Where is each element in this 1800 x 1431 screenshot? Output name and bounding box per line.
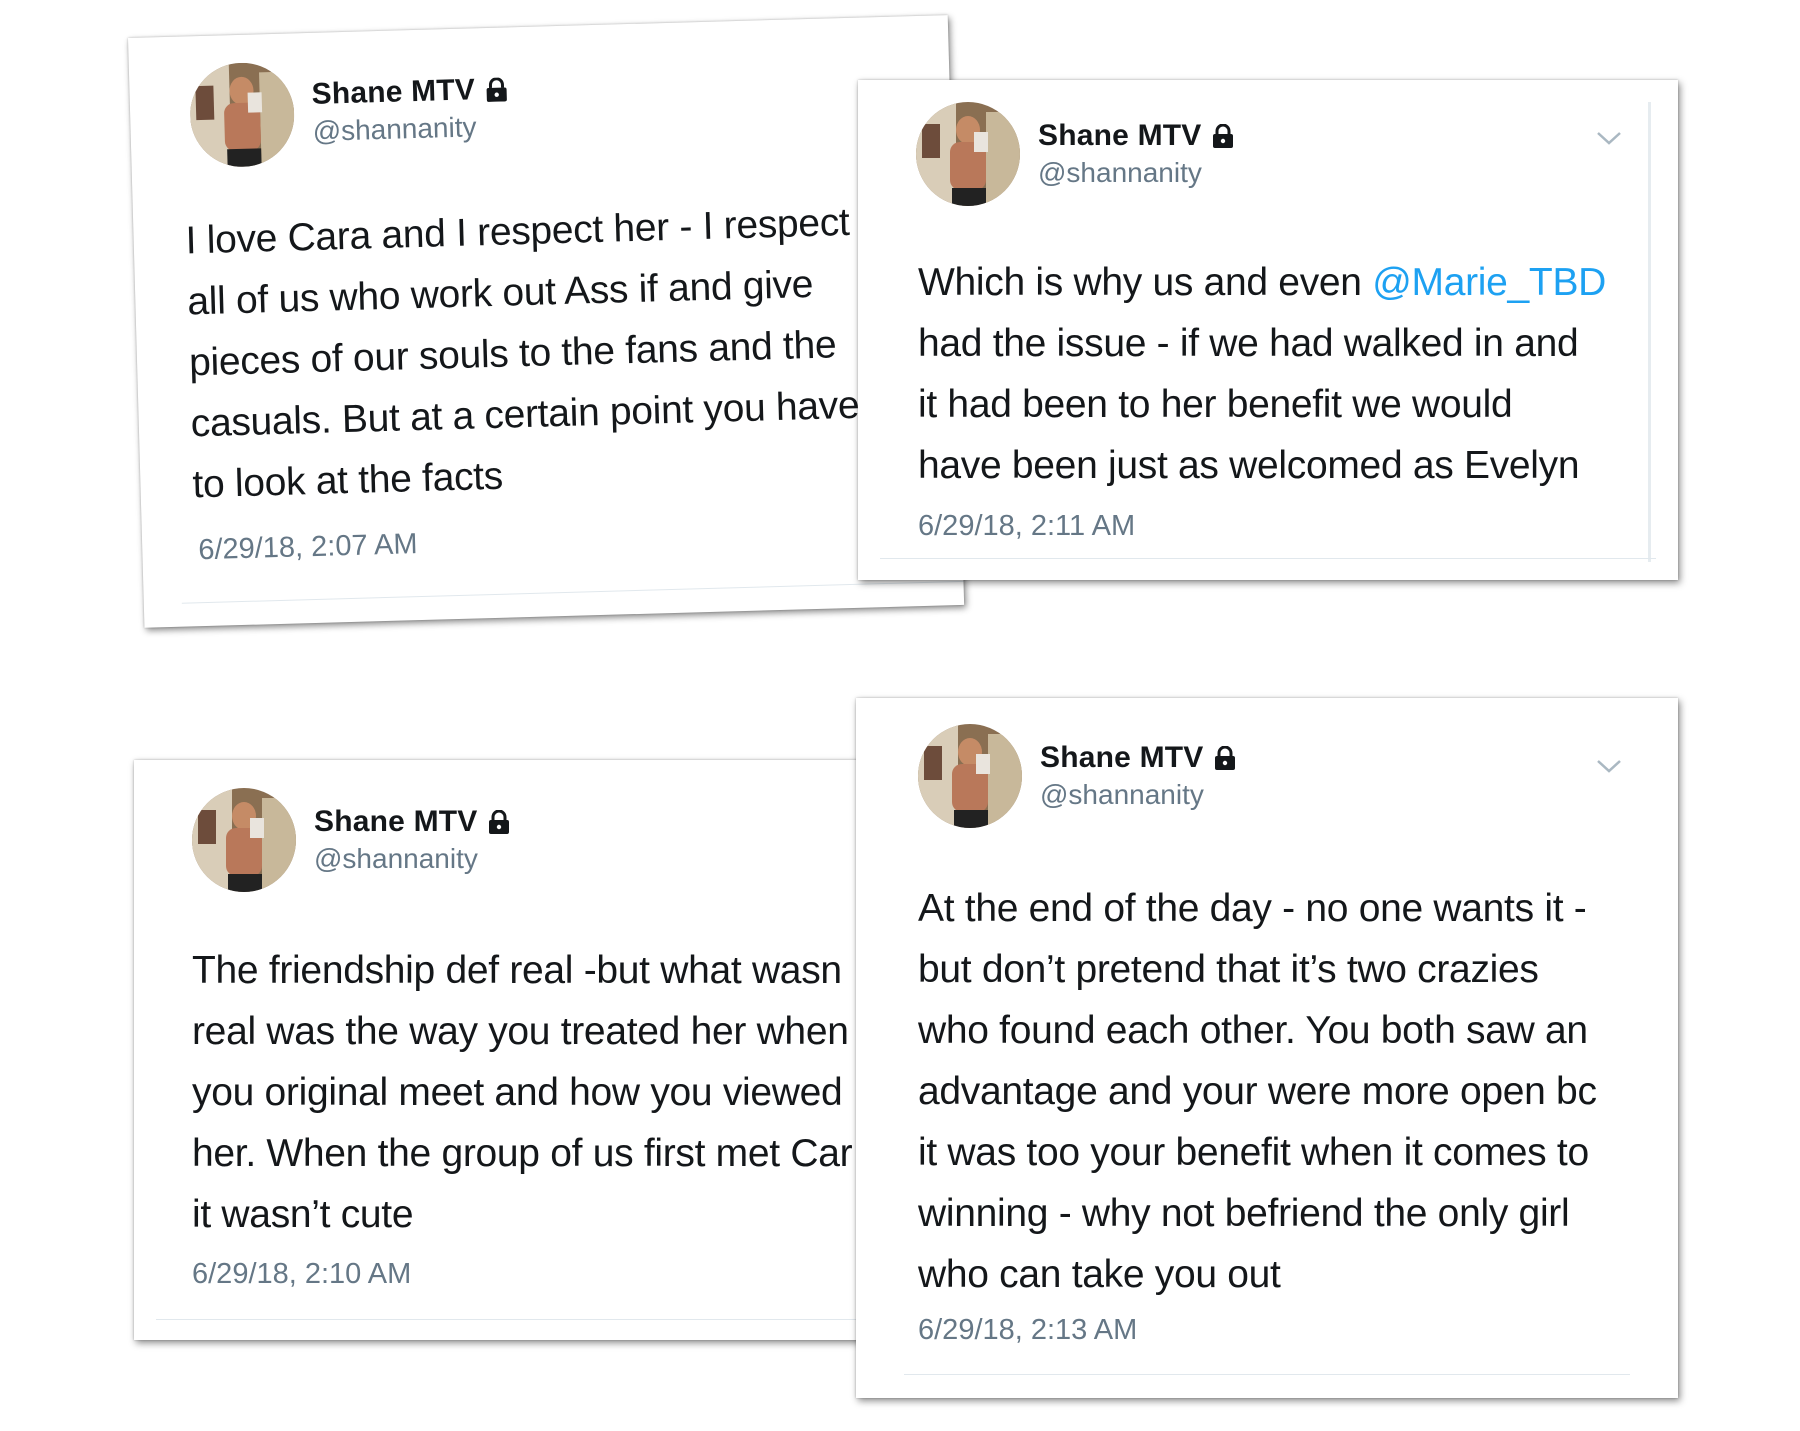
tweet-line: it was too your benefit when it comes to <box>918 1131 1589 1174</box>
tweet-line: winning - why not befriend the only girl <box>918 1192 1570 1235</box>
tweet-timestamp[interactable]: 6/29/18, 2:07 AM <box>198 528 418 567</box>
tweet-header: Shane MTV @shannanity <box>916 102 1234 206</box>
tweet-line: you original meet and how you viewed <box>192 1071 843 1114</box>
tweet-header: Shane MTV @shannanity <box>188 55 509 169</box>
divider <box>904 1374 1630 1375</box>
user-handle[interactable]: @shannanity <box>312 110 508 147</box>
divider <box>181 580 964 604</box>
tweet-card-1: Shane MTV @shannanity I love Cara and I … <box>128 15 965 628</box>
display-name[interactable]: Shane MTV <box>1038 119 1202 153</box>
display-name[interactable]: Shane MTV <box>311 73 475 112</box>
tweet-timestamp[interactable]: 6/29/18, 2:10 AM <box>192 1258 411 1291</box>
collage: Shane MTV @shannanity I love Cara and I … <box>0 0 1800 1431</box>
display-name[interactable]: Shane MTV <box>314 805 478 839</box>
tweet-line: who can take you out <box>918 1253 1281 1296</box>
tweet-line: her. When the group of us first met Car <box>192 1132 853 1175</box>
user-handle[interactable]: @shannanity <box>1040 779 1236 811</box>
tweet-text: I love Cara and I respect her - I respec… <box>185 192 862 516</box>
avatar[interactable] <box>192 788 296 892</box>
tweet-header: Shane MTV @shannanity <box>192 788 510 892</box>
tweet-line: it had been to her benefit we would <box>918 383 1513 426</box>
tweet-line-prefix: Which is why us and even <box>918 261 1373 304</box>
display-name[interactable]: Shane MTV <box>1040 741 1204 775</box>
tweet-line: Which is why us and even @Marie_TBD <box>918 252 1606 313</box>
tweet-line: who found each other. You both saw an <box>918 1009 1588 1052</box>
tweet-card-4: Shane MTV @shannanity At the end of the … <box>856 698 1678 1398</box>
divider <box>156 1319 954 1320</box>
avatar[interactable] <box>916 102 1020 206</box>
lock-icon <box>1214 746 1236 770</box>
chevron-down-icon[interactable] <box>1596 758 1622 774</box>
tweet-line: real was the way you treated her when <box>192 1010 849 1053</box>
tweet-line: have been just as welcomed as Evelyn <box>918 444 1580 487</box>
tweet-line: but don’t pretend that it’s two crazies <box>918 948 1539 991</box>
tweet-text: Which is why us and even @Marie_TBD had … <box>918 252 1606 496</box>
tweet-header: Shane MTV @shannanity <box>918 724 1236 828</box>
tweet-card-3: Shane MTV @shannanity The friendship def… <box>134 760 954 1340</box>
lock-icon <box>485 77 508 102</box>
lock-icon <box>1212 124 1234 148</box>
tweet-card-2: Shane MTV @shannanity Which is why us an… <box>858 80 1678 580</box>
tweet-timestamp[interactable]: 6/29/18, 2:11 AM <box>918 510 1135 543</box>
user-handle[interactable]: @shannanity <box>314 843 510 875</box>
tweet-line: At the end of the day - no one wants it … <box>918 887 1587 930</box>
divider <box>880 558 1656 559</box>
chevron-down-icon[interactable] <box>1596 130 1622 146</box>
avatar[interactable] <box>918 724 1022 828</box>
tweet-text: The friendship def real -but what wasn r… <box>192 940 853 1245</box>
mention-link[interactable]: @Marie_TBD <box>1372 261 1606 304</box>
tweet-text: At the end of the day - no one wants it … <box>918 878 1597 1305</box>
user-handle[interactable]: @shannanity <box>1038 157 1234 189</box>
tweet-line: advantage and your were more open bc <box>918 1070 1597 1113</box>
tweet-line: The friendship def real -but what wasn <box>192 949 842 992</box>
avatar[interactable] <box>188 61 296 169</box>
tweet-line: it wasn’t cute <box>192 1193 414 1236</box>
scroll-edge <box>1648 102 1651 562</box>
lock-icon <box>488 810 510 834</box>
tweet-timestamp[interactable]: 6/29/18, 2:13 AM <box>918 1314 1137 1347</box>
tweet-line: had the issue - if we had walked in and <box>918 322 1579 365</box>
